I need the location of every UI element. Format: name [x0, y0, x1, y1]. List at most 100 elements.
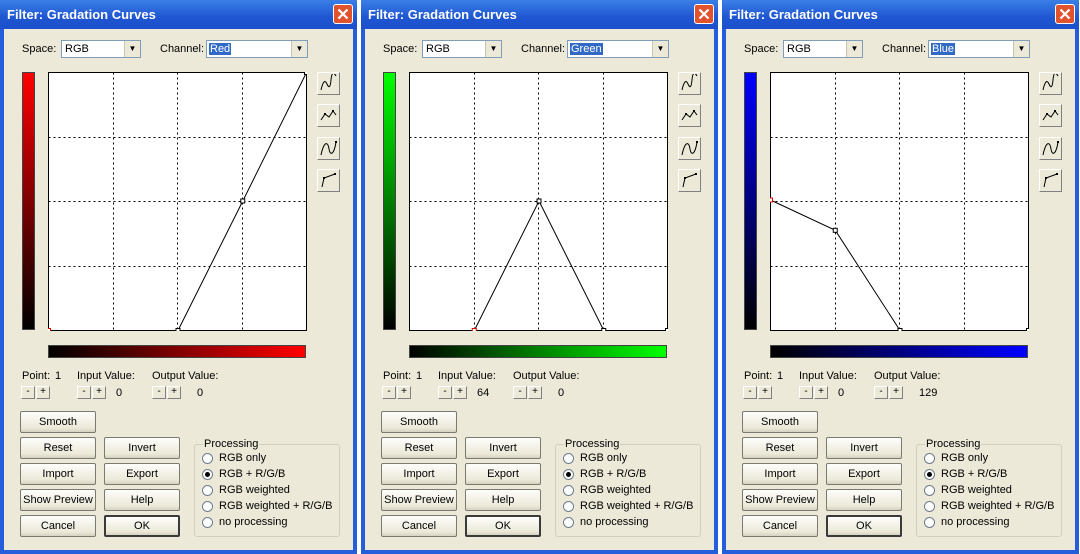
ok-button[interactable]: OK — [465, 515, 541, 537]
processing-radio-0[interactable] — [202, 453, 213, 464]
channel-select[interactable]: Green ▼ — [567, 40, 669, 58]
point-increment-button[interactable]: + — [397, 386, 411, 399]
curve-point[interactable] — [48, 328, 51, 332]
smooth-button[interactable]: Smooth — [20, 411, 96, 433]
chevron-down-icon[interactable]: ▼ — [1013, 41, 1029, 57]
processing-radio-3[interactable] — [924, 501, 935, 512]
linear-curve-tool[interactable] — [678, 169, 701, 192]
title-bar[interactable]: Filter: Gradation Curves — [722, 0, 1079, 29]
processing-option-label[interactable]: no processing — [219, 516, 288, 528]
channel-select[interactable]: Red ▼ — [206, 40, 308, 58]
curve-point[interactable] — [1026, 328, 1030, 332]
processing-option-label[interactable]: RGB weighted — [941, 484, 1012, 496]
chevron-down-icon[interactable]: ▼ — [291, 41, 307, 57]
cancel-button[interactable]: Cancel — [381, 515, 457, 537]
curve-graph[interactable] — [48, 72, 307, 331]
processing-option-label[interactable]: RGB weighted — [219, 484, 290, 496]
processing-radio-2[interactable] — [563, 485, 574, 496]
point-decrement-button[interactable]: - — [743, 386, 757, 399]
processing-radio-4[interactable] — [924, 517, 935, 528]
import-button[interactable]: Import — [20, 463, 96, 485]
title-bar[interactable]: Filter: Gradation Curves — [0, 0, 357, 29]
input-increment-button[interactable]: + — [814, 386, 828, 399]
curve-point[interactable] — [832, 227, 838, 233]
point-decrement-button[interactable]: - — [382, 386, 396, 399]
input-decrement-button[interactable]: - — [77, 386, 91, 399]
curve-point[interactable] — [471, 328, 477, 332]
curve-point[interactable] — [304, 72, 308, 75]
input-decrement-button[interactable]: - — [799, 386, 813, 399]
processing-radio-1[interactable] — [924, 469, 935, 480]
input-increment-button[interactable]: + — [92, 386, 106, 399]
processing-radio-4[interactable] — [563, 517, 574, 528]
space-select[interactable]: RGB ▼ — [422, 40, 502, 58]
processing-radio-3[interactable] — [563, 501, 574, 512]
output-decrement-button[interactable]: - — [513, 386, 527, 399]
ok-button[interactable]: OK — [826, 515, 902, 537]
smooth-curve-tool[interactable] — [1039, 137, 1062, 160]
invert-button[interactable]: Invert — [465, 437, 541, 459]
point-curve-tool[interactable] — [317, 104, 340, 127]
title-bar[interactable]: Filter: Gradation Curves — [361, 0, 718, 29]
cancel-button[interactable]: Cancel — [20, 515, 96, 537]
processing-radio-2[interactable] — [924, 485, 935, 496]
point-increment-button[interactable]: + — [758, 386, 772, 399]
processing-option-label[interactable]: RGB only — [219, 452, 266, 464]
processing-option-label[interactable]: RGB + R/G/B — [941, 468, 1007, 480]
curve-point[interactable] — [175, 328, 181, 332]
processing-option-label[interactable]: RGB only — [941, 452, 988, 464]
cancel-button[interactable]: Cancel — [742, 515, 818, 537]
export-button[interactable]: Export — [104, 463, 180, 485]
import-button[interactable]: Import — [742, 463, 818, 485]
processing-radio-2[interactable] — [202, 485, 213, 496]
chevron-down-icon[interactable]: ▼ — [485, 41, 501, 57]
close-button[interactable] — [333, 4, 353, 24]
smooth-button[interactable]: Smooth — [381, 411, 457, 433]
curve-point[interactable] — [897, 328, 903, 332]
show-preview-button[interactable]: Show Preview — [742, 489, 818, 511]
show-preview-button[interactable]: Show Preview — [20, 489, 96, 511]
chevron-down-icon[interactable]: ▼ — [124, 41, 140, 57]
output-increment-button[interactable]: + — [167, 386, 181, 399]
output-decrement-button[interactable]: - — [152, 386, 166, 399]
input-increment-button[interactable]: + — [453, 386, 467, 399]
smooth-curve-tool[interactable] — [317, 137, 340, 160]
curve-point[interactable] — [240, 198, 246, 204]
curve-graph[interactable] — [409, 72, 668, 331]
linear-curve-tool[interactable] — [1039, 169, 1062, 192]
output-decrement-button[interactable]: - — [874, 386, 888, 399]
invert-button[interactable]: Invert — [104, 437, 180, 459]
processing-radio-1[interactable] — [202, 469, 213, 480]
ok-button[interactable]: OK — [104, 515, 180, 537]
processing-radio-0[interactable] — [563, 453, 574, 464]
processing-option-label[interactable]: no processing — [580, 516, 649, 528]
point-increment-button[interactable]: + — [36, 386, 50, 399]
help-button[interactable]: Help — [826, 489, 902, 511]
processing-option-label[interactable]: RGB + R/G/B — [580, 468, 646, 480]
point-decrement-button[interactable]: - — [21, 386, 35, 399]
chevron-down-icon[interactable]: ▼ — [846, 41, 862, 57]
point-curve-tool[interactable] — [1039, 104, 1062, 127]
freehand-curve-tool[interactable] — [317, 72, 340, 95]
help-button[interactable]: Help — [465, 489, 541, 511]
invert-button[interactable]: Invert — [826, 437, 902, 459]
processing-radio-3[interactable] — [202, 501, 213, 512]
show-preview-button[interactable]: Show Preview — [381, 489, 457, 511]
curve-point[interactable] — [665, 328, 669, 332]
curve-point[interactable] — [536, 198, 542, 204]
curve-point[interactable] — [770, 197, 773, 203]
reset-button[interactable]: Reset — [20, 437, 96, 459]
processing-radio-4[interactable] — [202, 517, 213, 528]
linear-curve-tool[interactable] — [317, 169, 340, 192]
channel-select[interactable]: Blue ▼ — [928, 40, 1030, 58]
curve-point[interactable] — [601, 328, 607, 332]
smooth-button[interactable]: Smooth — [742, 411, 818, 433]
smooth-curve-tool[interactable] — [678, 137, 701, 160]
processing-option-label[interactable]: RGB weighted + R/G/B — [219, 500, 332, 512]
processing-radio-1[interactable] — [563, 469, 574, 480]
export-button[interactable]: Export — [826, 463, 902, 485]
help-button[interactable]: Help — [104, 489, 180, 511]
processing-option-label[interactable]: no processing — [941, 516, 1010, 528]
import-button[interactable]: Import — [381, 463, 457, 485]
freehand-curve-tool[interactable] — [678, 72, 701, 95]
